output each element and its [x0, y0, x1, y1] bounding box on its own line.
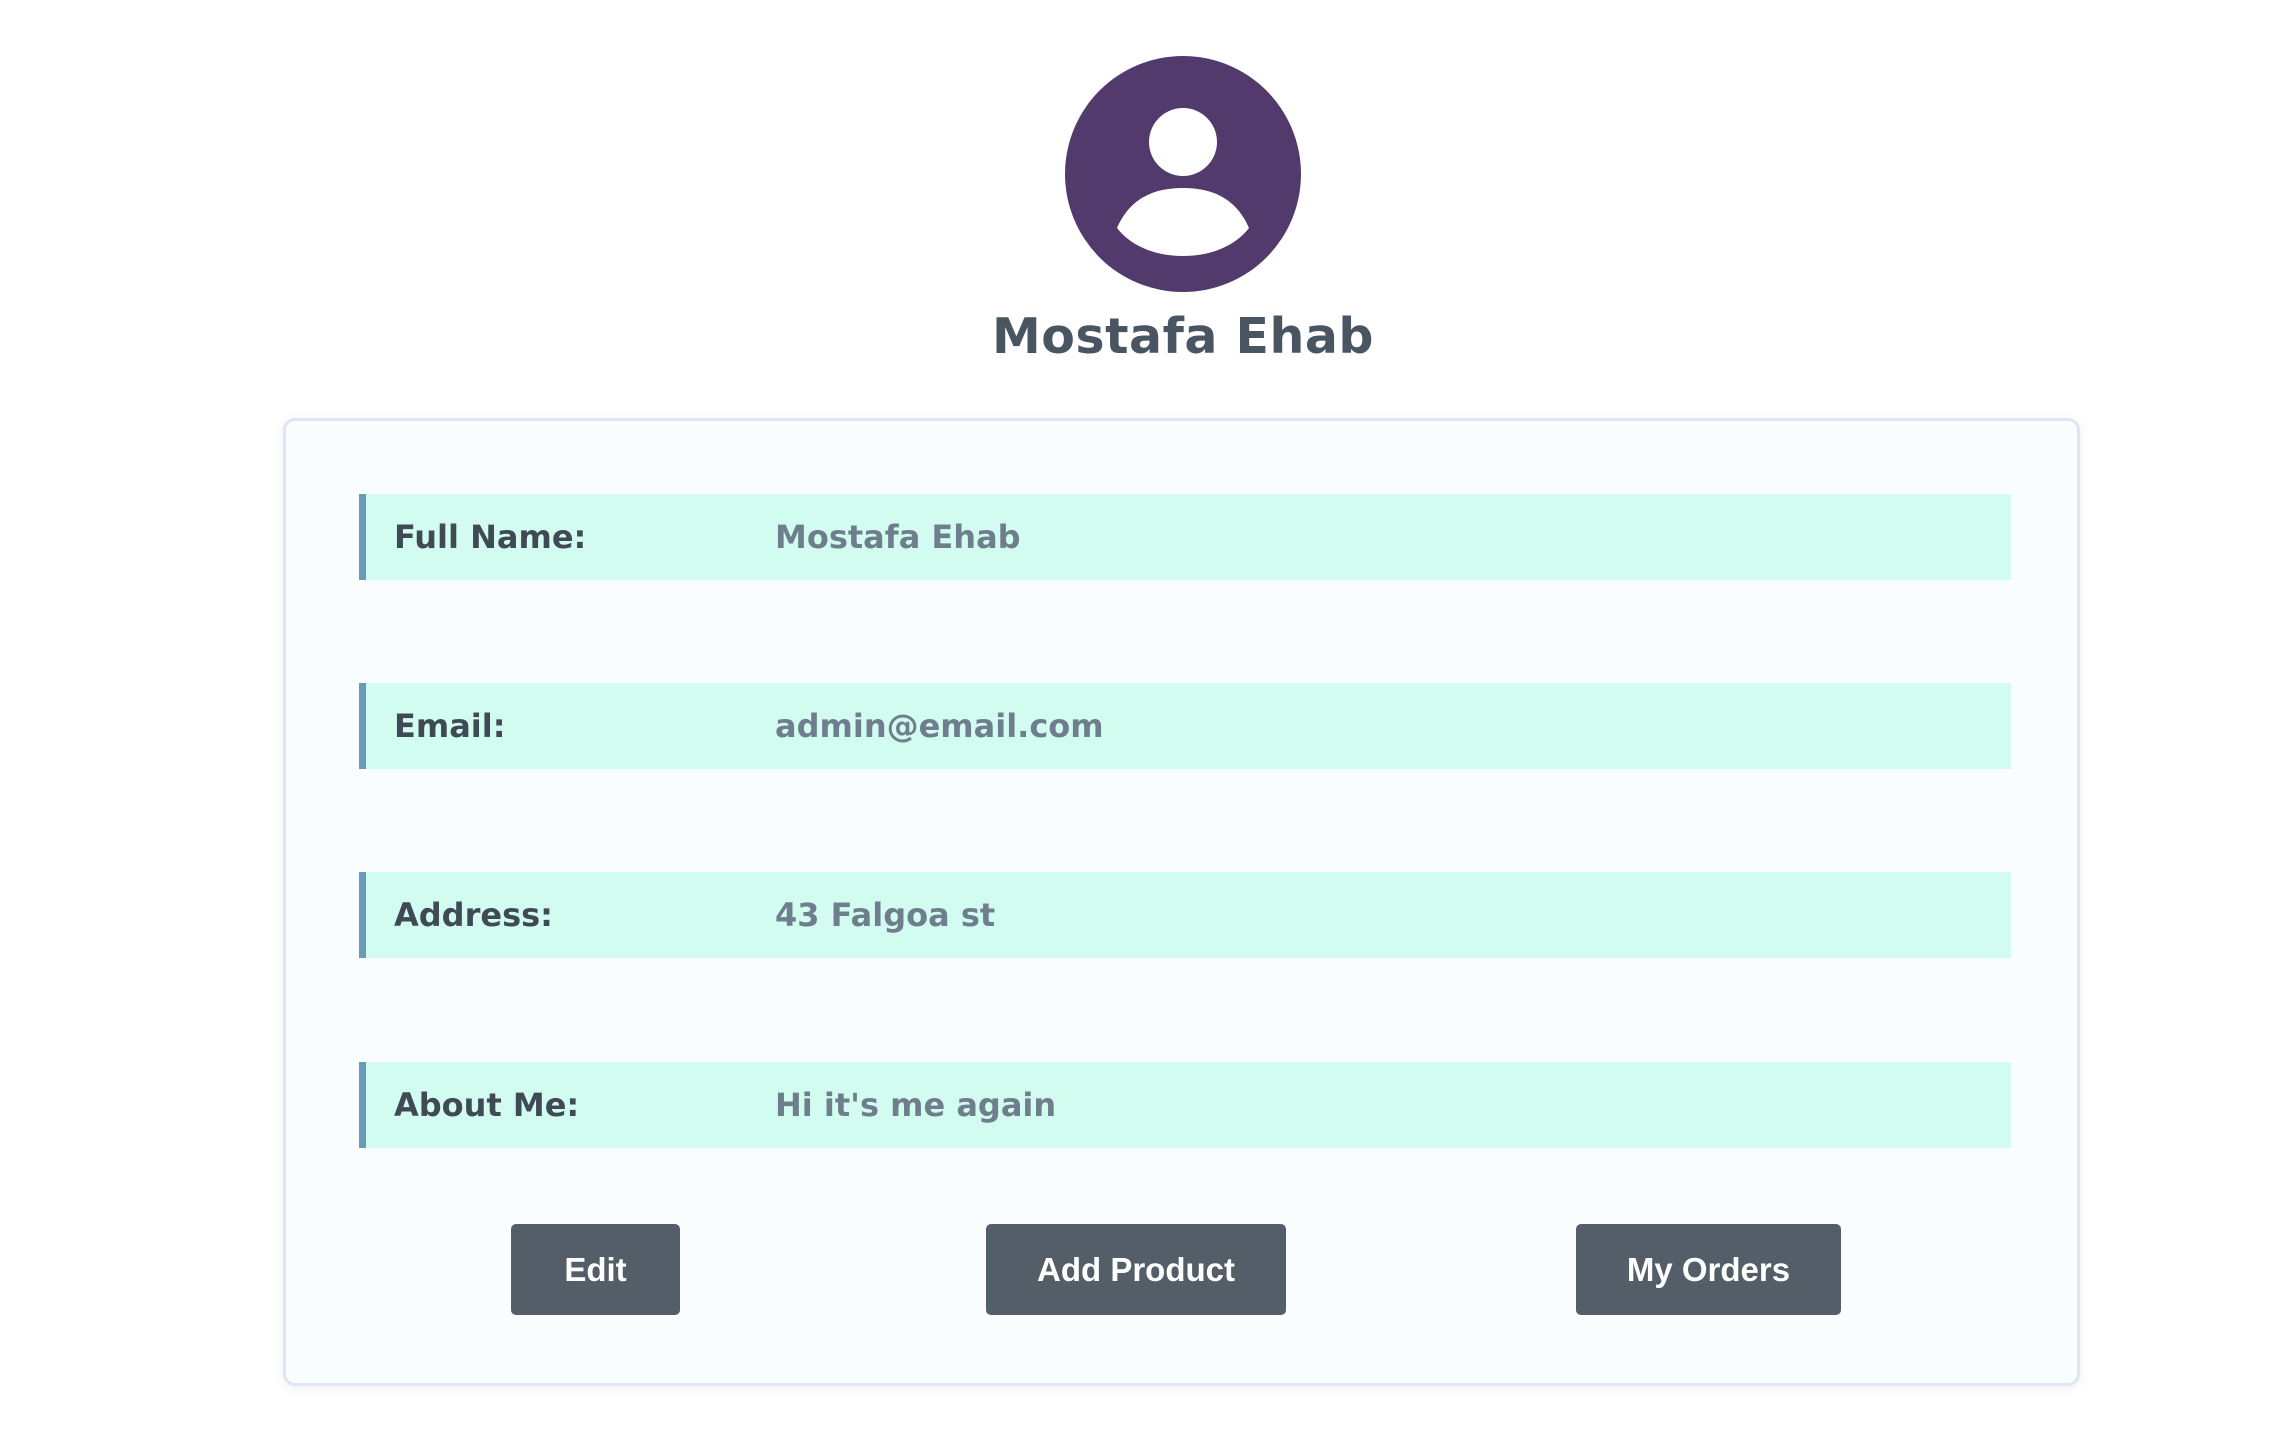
detail-row-about-me: About Me: Hi it's me again: [359, 1062, 2011, 1148]
detail-row-address: Address: 43 Falgoa st: [359, 872, 2011, 958]
detail-label: Address:: [394, 896, 553, 934]
detail-value: 43 Falgoa st: [775, 896, 996, 934]
detail-value: admin@email.com: [775, 707, 1104, 745]
detail-value: Mostafa Ehab: [775, 518, 1021, 556]
avatar: [1065, 56, 1301, 292]
user-silhouette-icon: [1117, 108, 1249, 256]
profile-details-card: Full Name: Mostafa Ehab Email: admin@ema…: [283, 418, 2080, 1386]
detail-label: Full Name:: [394, 518, 587, 556]
profile-name: Mostafa Ehab: [991, 308, 1375, 365]
detail-label: About Me:: [394, 1086, 580, 1124]
add-product-button[interactable]: Add Product: [986, 1224, 1286, 1315]
detail-row-email: Email: admin@email.com: [359, 683, 2011, 769]
my-orders-button[interactable]: My Orders: [1576, 1224, 1841, 1315]
detail-row-full-name: Full Name: Mostafa Ehab: [359, 494, 2011, 580]
edit-button[interactable]: Edit: [511, 1224, 680, 1315]
detail-label: Email:: [394, 707, 506, 745]
detail-value: Hi it's me again: [775, 1086, 1057, 1124]
